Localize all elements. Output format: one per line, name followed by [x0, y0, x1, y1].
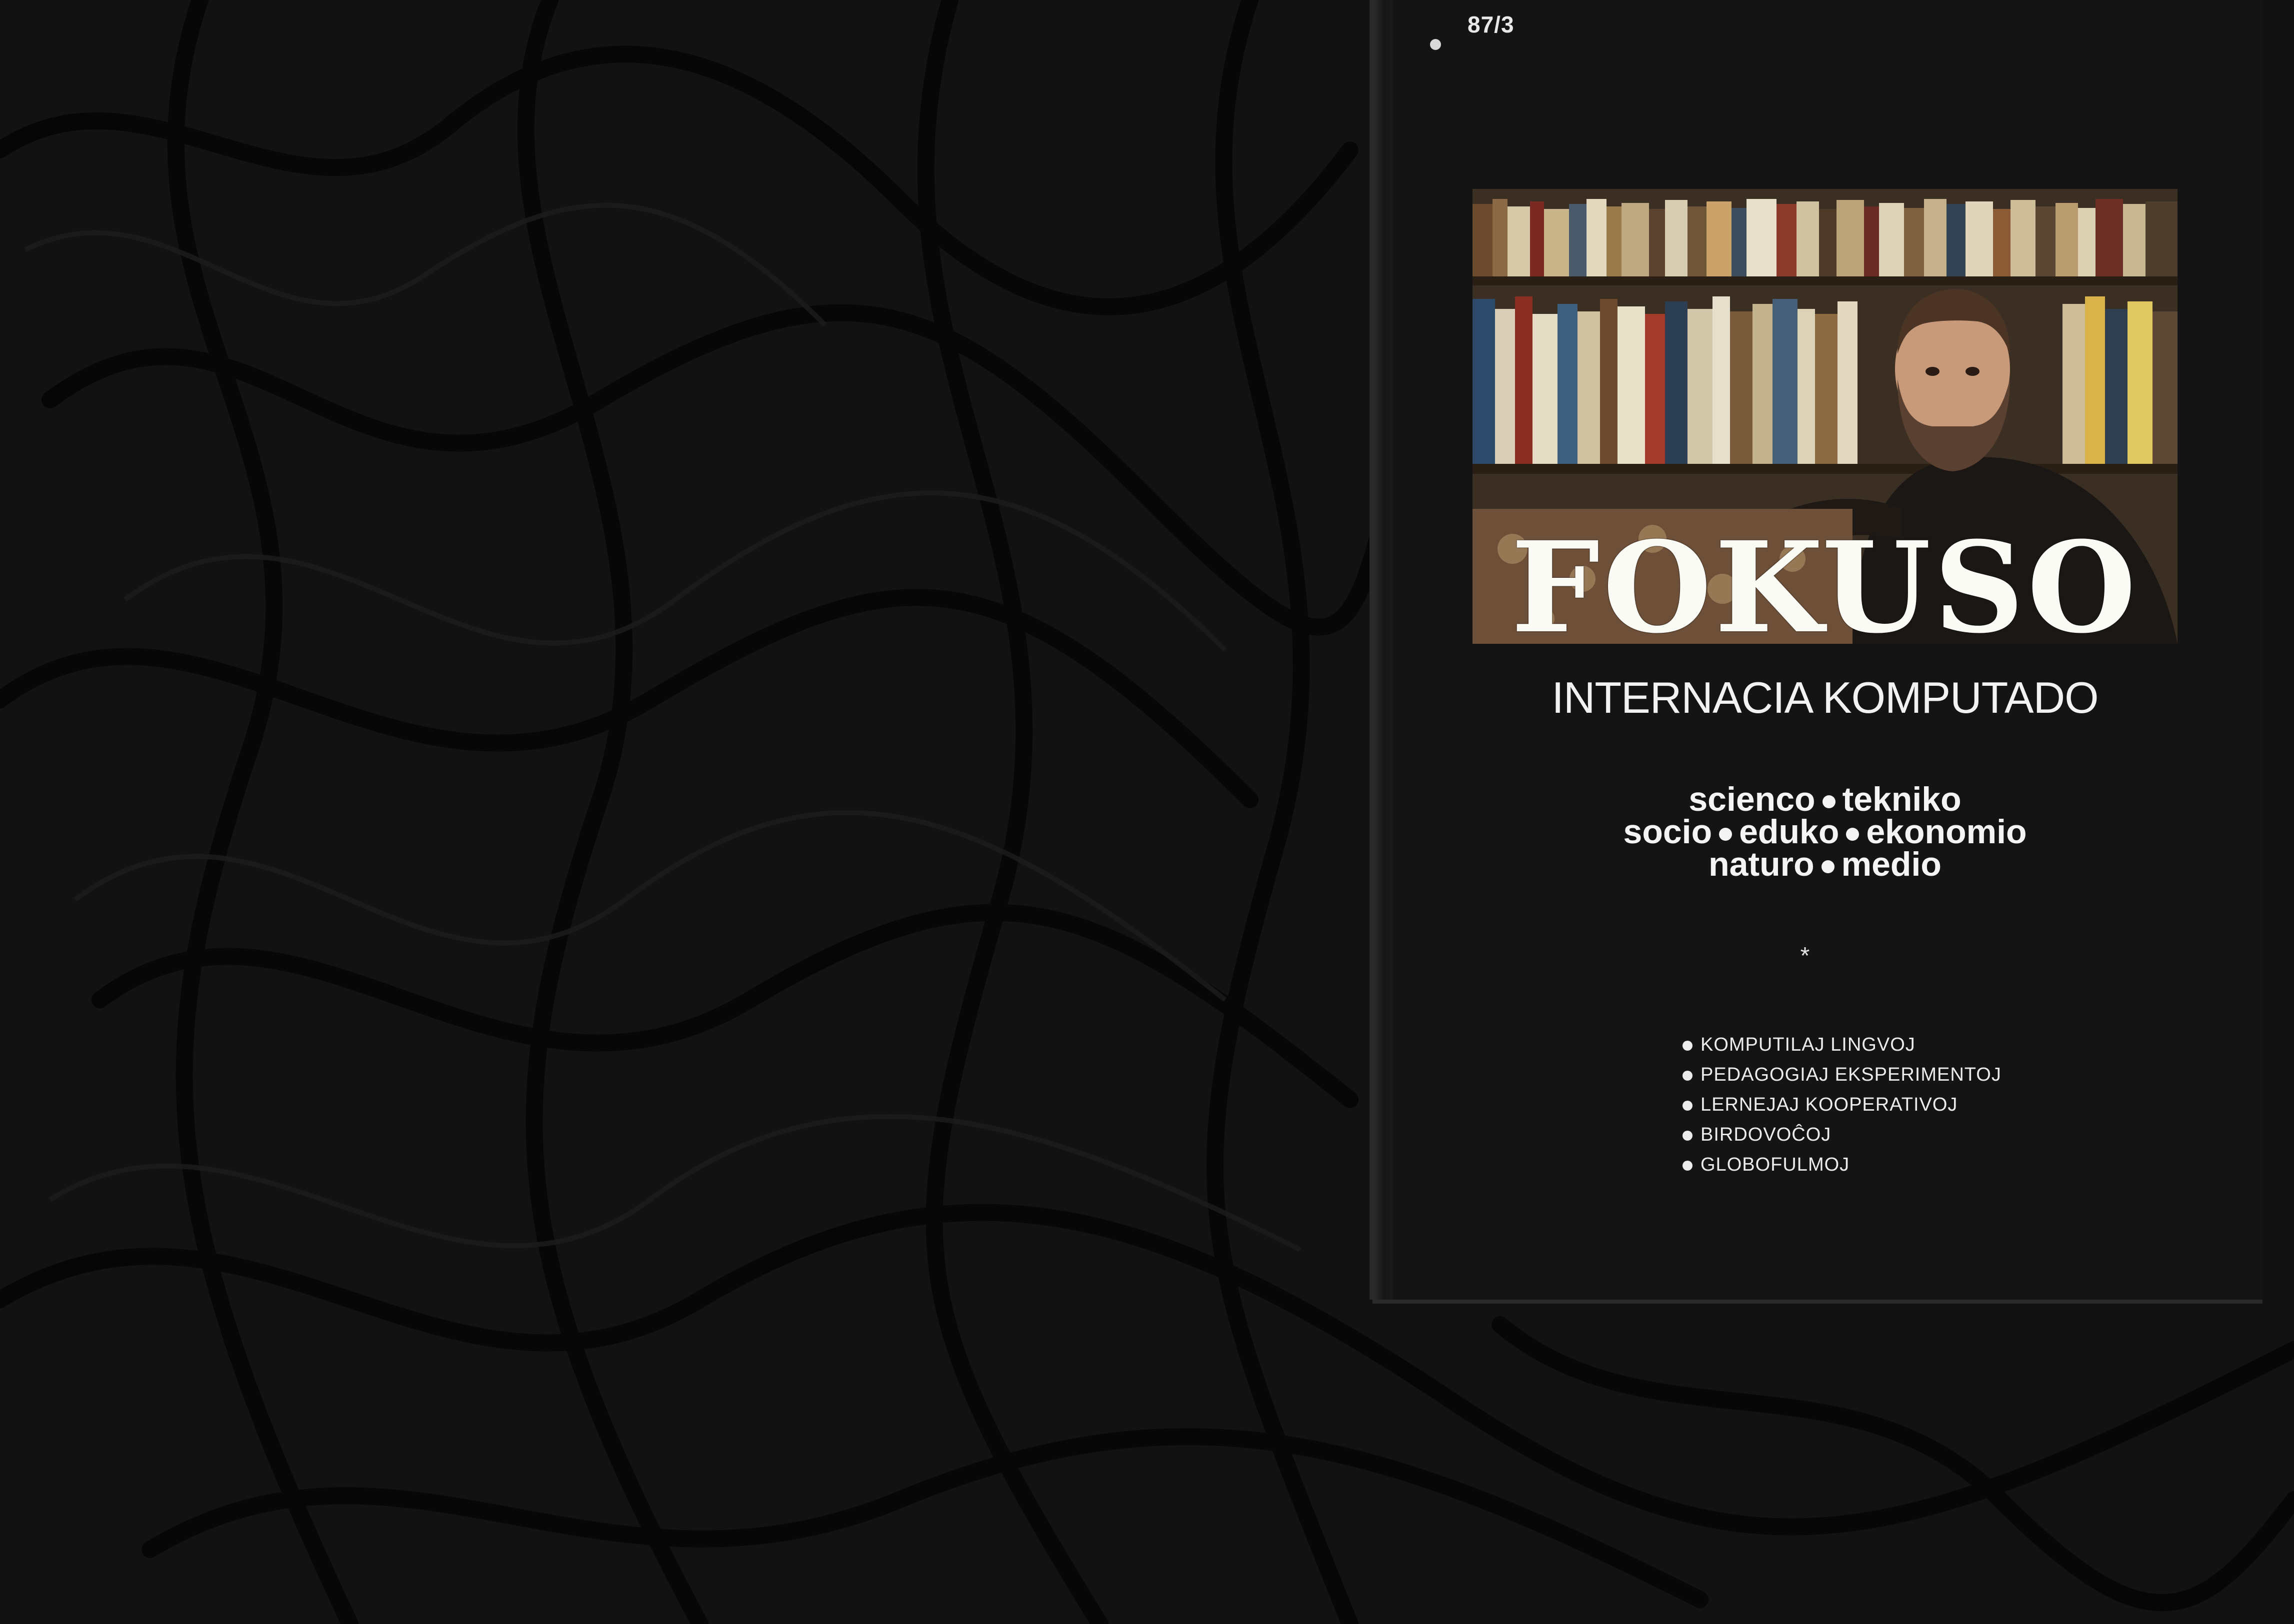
- bullet-dot: [1822, 795, 1836, 809]
- bullet-dot: [1719, 828, 1732, 841]
- bullet-dot: [1821, 860, 1834, 874]
- issue-marker-dot: [1430, 39, 1441, 50]
- topic: medio: [1841, 845, 1942, 883]
- feature-list: KOMPUTILAJ LINGVOJ PEDAGOGIAJ EKSPERIMEN…: [1682, 1030, 2002, 1180]
- feature-label: LERNEJAJ KOOPERATIVOJ: [1700, 1094, 1958, 1115]
- list-item: KOMPUTILAJ LINGVOJ: [1682, 1030, 2002, 1060]
- topics-line-3: naturo medio: [1472, 847, 2178, 881]
- magazine-title: FOKUSO: [1511, 514, 2139, 661]
- separator-asterisk: *: [1800, 943, 1810, 969]
- bullet-dot: [1682, 1040, 1692, 1051]
- issue-number: 87/3: [1468, 11, 1514, 37]
- magazine-spine-edge: [1372, 0, 1392, 1300]
- scanned-spread: 87/3 FOKUSO INTERNACIA KOMPUTADO scienco…: [0, 0, 2294, 1624]
- feature-label: GLOBOFULMOJ: [1700, 1154, 1850, 1175]
- list-item: BIRDOVOĈOJ: [1682, 1120, 2002, 1150]
- topics-line-1: scienco tekniko: [1472, 782, 2178, 816]
- feature-label: BIRDOVOĈOJ: [1700, 1124, 1832, 1145]
- bullet-dot: [1682, 1100, 1692, 1111]
- list-item: LERNEJAJ KOOPERATIVOJ: [1682, 1090, 2002, 1120]
- bullet-dot: [1682, 1160, 1692, 1171]
- topics-line-2: socio eduko ekonomio: [1472, 815, 2178, 849]
- bullet-dot: [1682, 1070, 1692, 1081]
- bullet-dot: [1846, 828, 1860, 841]
- topic: naturo: [1708, 845, 1814, 883]
- feature-label: KOMPUTILAJ LINGVOJ: [1700, 1034, 1916, 1055]
- list-item: PEDAGOGIAJ EKSPERIMENTOJ: [1682, 1060, 2002, 1090]
- feature-label: PEDAGOGIAJ EKSPERIMENTOJ: [1700, 1064, 2002, 1085]
- magazine-subtitle: INTERNACIA KOMPUTADO: [1552, 673, 2098, 722]
- bullet-dot: [1682, 1130, 1692, 1141]
- topic: socio: [1623, 813, 1712, 851]
- list-item: GLOBOFULMOJ: [1682, 1150, 2002, 1180]
